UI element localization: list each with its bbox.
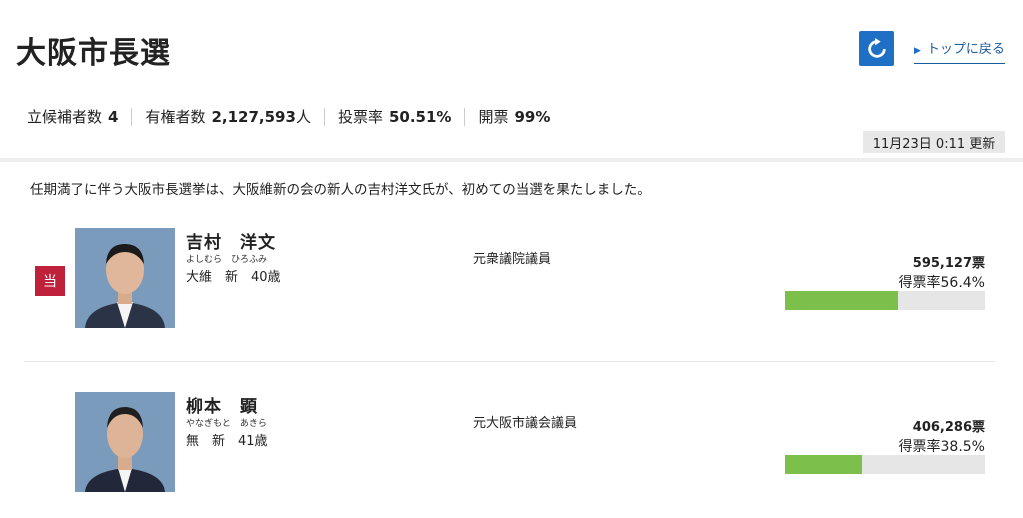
candidates-label: 立候補者数 [27, 108, 103, 126]
candidate-row: 当 吉村 洋文 よしむら ひろふみ 大維 新 40歳 元衆議院議員 595,12… [0, 228, 1023, 338]
candidate-name: 柳本 顕 [186, 397, 258, 417]
divider [323, 107, 325, 126]
refresh-icon [867, 37, 886, 58]
updated-timestamp: 11月23日 0:11 更新 [863, 131, 1005, 153]
turnout-value: 50.51% [388, 108, 452, 126]
candidate-vote-rate: 得票率56.4% [898, 275, 985, 291]
stats-bar: 立候補者数 4 有権者数 2,127,593 人 投票率 50.51% 開票 99% [27, 106, 550, 127]
divider [464, 107, 466, 126]
back-to-top-label: トップに戻る [926, 42, 1005, 57]
candidate-photo [75, 228, 175, 328]
elected-badge: 当 [35, 266, 65, 296]
candidate-kana: よしむら ひろふみ [186, 255, 268, 265]
candidate-name: 吉村 洋文 [186, 233, 276, 253]
page-title: 大阪市長選 [16, 36, 171, 71]
refresh-button[interactable] [859, 31, 894, 66]
result-summary: 任期満了に伴う大阪市長選挙は、大阪維新の会の新人の吉村洋文氏が、初めての当選を果… [30, 182, 651, 198]
vote-rate-bar-fill [785, 291, 898, 310]
candidate-kana: やなぎもと あきら [186, 419, 267, 429]
candidate-votes: 406,286票 [912, 420, 985, 435]
candidate-votes: 595,127票 [912, 256, 985, 271]
counted-label: 開票 [478, 108, 509, 126]
candidates-value: 4 [108, 108, 119, 126]
back-to-top-link[interactable]: ▶ トップに戻る [914, 38, 1005, 64]
voters-unit: 人 [295, 108, 311, 126]
candidate-row: 柳本 顕 やなぎもと あきら 無 新 41歳 元大阪市議会議員 406,286票… [0, 392, 1023, 502]
row-divider [24, 361, 995, 362]
candidate-party-age: 大維 新 40歳 [186, 270, 281, 285]
divider [131, 107, 133, 126]
section-divider [0, 158, 1023, 162]
candidate-photo [75, 392, 175, 492]
counted-value: 99% [514, 108, 551, 126]
candidate-party-age: 無 新 41歳 [186, 434, 268, 449]
vote-rate-bar-fill [785, 455, 862, 474]
triangle-right-icon: ▶ [914, 46, 921, 56]
candidate-career: 元大阪市議会議員 [473, 416, 578, 431]
vote-rate-bar [785, 455, 985, 474]
voters-label: 有権者数 [145, 108, 206, 126]
voters-value: 2,127,593 [211, 108, 296, 126]
vote-rate-bar [785, 291, 985, 310]
candidate-career: 元衆議院議員 [473, 252, 552, 267]
candidate-vote-rate: 得票率38.5% [898, 439, 985, 455]
turnout-label: 投票率 [337, 108, 383, 126]
